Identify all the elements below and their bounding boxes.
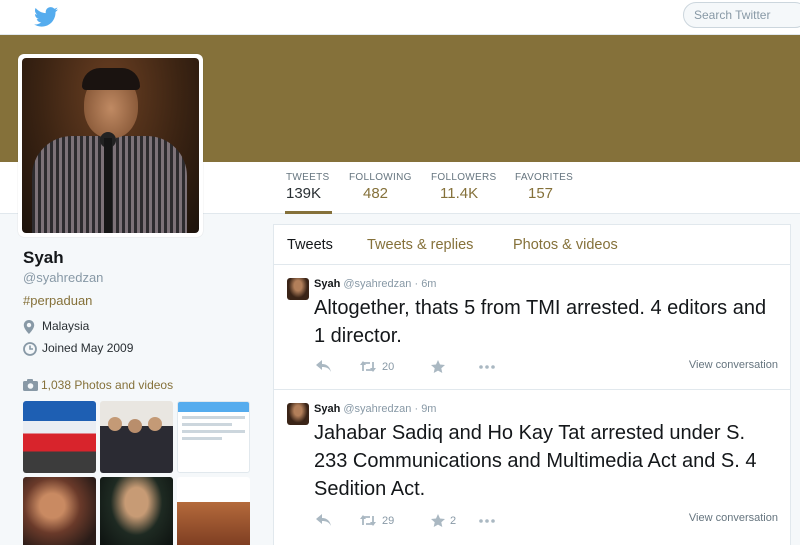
photos-videos-label: 1,038 Photos and videos — [41, 378, 174, 392]
favorite-count: 2 — [450, 515, 457, 527]
profile-bio-hashtag[interactable]: #perpaduan — [23, 293, 92, 308]
stat-value: 11.4K — [440, 185, 479, 202]
stat-label: TWEETS — [286, 172, 330, 183]
photo-thumbnail[interactable] — [177, 477, 250, 545]
tweet-author-handle[interactable]: @syahredzan — [343, 403, 411, 415]
tweet-author-name[interactable]: Syah — [314, 278, 340, 290]
tab-tweets-replies[interactable]: Tweets & replies — [367, 237, 473, 253]
photo-thumbnail[interactable] — [100, 477, 173, 545]
twitter-bird-icon[interactable] — [34, 6, 58, 28]
photo-thumbnail[interactable] — [100, 401, 173, 473]
tweet-avatar[interactable] — [287, 403, 309, 425]
stat-value: 139K — [286, 185, 322, 202]
retweet-icon — [360, 515, 376, 526]
stat-label: FOLLOWERS — [431, 172, 497, 183]
timeline-tabs: Tweets Tweets & replies Photos & videos — [274, 225, 790, 265]
photos-videos-link[interactable]: 1,038 Photos and videos — [23, 378, 173, 392]
stat-value: 157 — [528, 185, 554, 202]
tweet-timestamp[interactable]: · 9m — [414, 403, 436, 415]
tweet-header: Syah @syahredzan · 9m — [314, 403, 436, 415]
tweet-item[interactable]: Syah @syahredzan · 9m Jahabar Sadiq and … — [274, 390, 790, 545]
profile-handle[interactable]: @syahredzan — [23, 270, 103, 285]
profile-name[interactable]: Syah — [23, 248, 64, 268]
stat-favorites[interactable]: FAVORITES 157 — [515, 172, 573, 214]
profile-joined-date: Joined May 2009 — [23, 341, 223, 357]
photo-thumbnail[interactable] — [23, 477, 96, 545]
location-text: Malaysia — [42, 319, 90, 333]
tab-photos-videos[interactable]: Photos & videos — [513, 237, 618, 253]
clock-icon — [23, 342, 37, 356]
more-button[interactable] — [479, 360, 495, 373]
reply-button[interactable] — [316, 360, 331, 373]
star-icon — [431, 514, 445, 527]
view-conversation-link[interactable]: View conversation — [689, 359, 778, 371]
more-dots-icon — [479, 365, 495, 369]
retweet-count: 20 — [382, 361, 395, 373]
star-icon — [431, 360, 445, 373]
stat-followers[interactable]: FOLLOWERS 11.4K — [431, 172, 497, 214]
tab-tweets[interactable]: Tweets — [287, 237, 333, 253]
search-box[interactable] — [683, 2, 800, 28]
profile-location: Malaysia — [23, 319, 223, 335]
more-button[interactable] — [479, 514, 495, 527]
tweet-author-name[interactable]: Syah — [314, 403, 340, 415]
stat-label: FOLLOWING — [349, 172, 412, 183]
tweet-text: Altogether, thats 5 from TMI arrested. 4… — [314, 297, 767, 347]
tweet-avatar[interactable] — [287, 278, 309, 300]
reply-button[interactable] — [316, 514, 331, 527]
map-pin-icon — [23, 320, 35, 334]
top-nav-bar — [0, 0, 800, 35]
more-dots-icon — [479, 519, 495, 523]
tweet-text: Jahabar Sadiq and Ho Kay Tat arrested un… — [314, 422, 757, 500]
reply-icon — [316, 360, 331, 372]
profile-avatar[interactable] — [18, 54, 203, 237]
timeline: Tweets Tweets & replies Photos & videos … — [273, 224, 791, 545]
retweet-count: 29 — [382, 515, 395, 527]
joined-text: Joined May 2009 — [42, 341, 134, 355]
tweet-header: Syah @syahredzan · 6m — [314, 278, 436, 290]
camera-icon — [23, 379, 38, 391]
photo-thumbnail[interactable] — [23, 401, 96, 473]
tweet-author-handle[interactable]: @syahredzan — [343, 278, 411, 290]
retweet-icon — [360, 361, 376, 372]
avatar-photo — [22, 58, 199, 233]
stat-value: 482 — [363, 185, 389, 202]
favorite-button[interactable]: 2 — [431, 514, 456, 527]
favorite-button[interactable] — [431, 360, 450, 373]
retweet-button[interactable]: 20 — [359, 360, 394, 373]
tweet-item[interactable]: Syah @syahredzan · 6m Altogether, thats … — [274, 265, 790, 390]
stat-following[interactable]: FOLLOWING 482 — [349, 172, 412, 214]
photo-thumbnail[interactable] — [177, 401, 250, 473]
view-conversation-link[interactable]: View conversation — [689, 512, 778, 524]
search-input[interactable] — [694, 3, 800, 27]
retweet-button[interactable]: 29 — [359, 514, 394, 527]
reply-icon — [316, 514, 331, 526]
stat-label: FAVORITES — [515, 172, 574, 183]
stat-tweets[interactable]: TWEETS 139K — [284, 172, 333, 214]
tweet-timestamp[interactable]: · 6m — [414, 278, 436, 290]
